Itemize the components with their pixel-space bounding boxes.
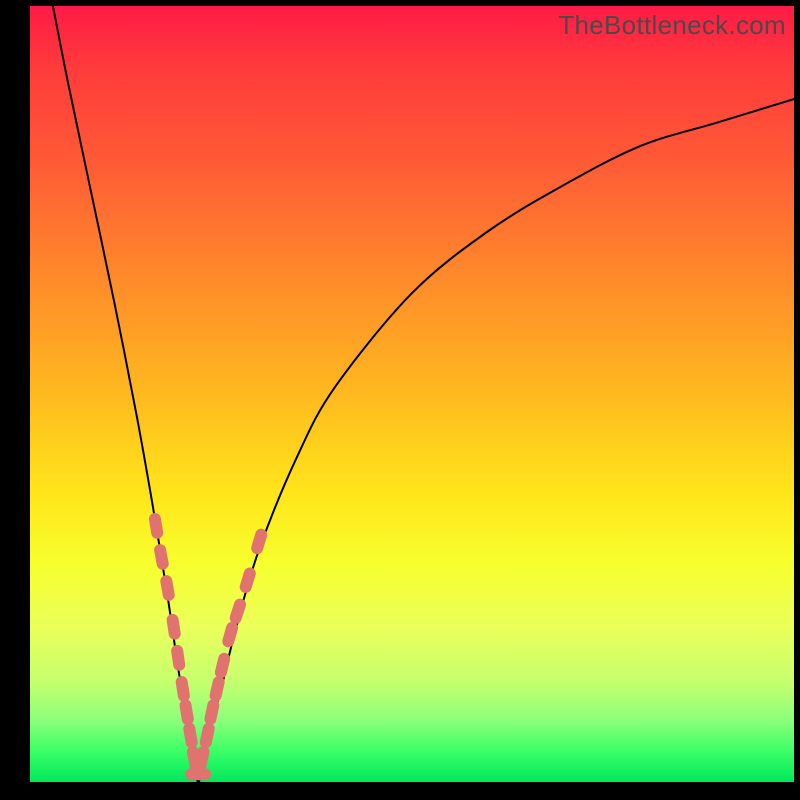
sample-point xyxy=(166,581,168,595)
sample-point xyxy=(200,752,203,766)
sample-point xyxy=(186,705,188,719)
sample-point xyxy=(177,651,179,665)
curve-layer xyxy=(30,6,794,782)
plot-area: TheBottleneck.com xyxy=(30,6,794,782)
sample-point xyxy=(160,550,163,564)
sample-points-group xyxy=(155,519,261,774)
chart-frame: TheBottleneck.com xyxy=(0,0,800,800)
sample-point xyxy=(173,620,175,634)
sample-point xyxy=(228,628,232,642)
sample-point xyxy=(182,682,184,696)
sample-point xyxy=(189,729,191,743)
sample-point xyxy=(257,535,261,549)
sample-point xyxy=(206,729,209,743)
sample-point xyxy=(210,705,213,719)
bottleneck-curve xyxy=(53,6,794,782)
sample-point xyxy=(236,605,240,618)
sample-point xyxy=(221,659,224,673)
sample-point xyxy=(216,682,219,696)
sample-point xyxy=(246,574,250,587)
sample-point xyxy=(155,519,157,533)
